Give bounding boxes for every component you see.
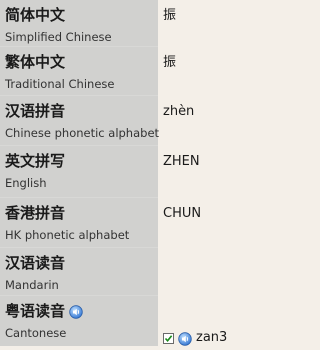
label-en: Cantonese — [5, 326, 67, 340]
label-cn: 汉语读音 — [5, 254, 66, 272]
label-cell: 繁体中文 Traditional Chinese — [0, 47, 158, 96]
value-cell: 振 — [158, 0, 247, 47]
label-cn-text: 粤语读音 — [5, 302, 66, 320]
row-english: 英文拼写 English ZHEN — [0, 146, 247, 198]
label-cn: 香港拼音 — [5, 204, 66, 222]
value-cell — [158, 248, 247, 296]
value-cantonese: zan3 — [196, 330, 228, 345]
value-hk: CHUN — [163, 206, 202, 221]
label-cell: 简体中文 Simplified Chinese — [0, 0, 158, 47]
value-cell: CHUN — [158, 198, 247, 248]
value-traditional: 振 — [163, 55, 177, 70]
label-en: Traditional Chinese — [5, 77, 115, 91]
row-mandarin: 汉语读音 Mandarin — [0, 248, 247, 296]
label-en: HK phonetic alphabet — [5, 228, 130, 242]
row-pinyin: 汉语拼音 Chinese phonetic alphabet zhèn — [0, 96, 247, 146]
label-cell: 汉语拼音 Chinese phonetic alphabet — [0, 96, 160, 146]
row-traditional-chinese: 繁体中文 Traditional Chinese 振 — [0, 47, 247, 96]
speaker-icon[interactable] — [69, 304, 83, 319]
cantonese-value-group: zan3 — [163, 302, 227, 348]
row-hk-phonetic: 香港拼音 HK phonetic alphabet CHUN — [0, 198, 247, 248]
label-en: Mandarin — [5, 278, 59, 292]
value-pinyin: zhèn — [163, 104, 195, 119]
row-simplified-chinese: 简体中文 Simplified Chinese 振 — [0, 0, 247, 47]
label-cn: 简体中文 — [5, 6, 66, 24]
label-en: Chinese phonetic alphabet — [5, 126, 160, 140]
value-cell: ZHEN — [158, 146, 247, 198]
speaker-icon[interactable] — [178, 331, 192, 346]
label-en: Simplified Chinese — [5, 30, 112, 44]
label-cell: 粤语读音 Cantonese — [0, 296, 158, 346]
value-cell: 振 — [158, 47, 247, 96]
label-cn: 汉语拼音 — [5, 102, 66, 120]
label-cn: 粤语读音 — [5, 301, 158, 321]
label-cell: 香港拼音 HK phonetic alphabet — [0, 198, 158, 248]
character-info-table: 简体中文 Simplified Chinese 振 繁体中文 Tradition… — [0, 0, 247, 346]
row-cantonese: 粤语读音 Cantonese zan3 — [0, 296, 247, 346]
label-cn: 繁体中文 — [5, 53, 66, 71]
label-cn: 英文拼写 — [5, 152, 66, 170]
label-cell: 英文拼写 English — [0, 146, 158, 198]
checkbox-icon[interactable] — [163, 332, 174, 344]
value-cell: zhèn — [158, 96, 247, 146]
label-cell: 汉语读音 Mandarin — [0, 248, 158, 296]
label-en: English — [5, 176, 47, 190]
value-simplified: 振 — [163, 8, 177, 23]
value-cell: zan3 — [158, 296, 247, 346]
value-english: ZHEN — [163, 154, 200, 169]
